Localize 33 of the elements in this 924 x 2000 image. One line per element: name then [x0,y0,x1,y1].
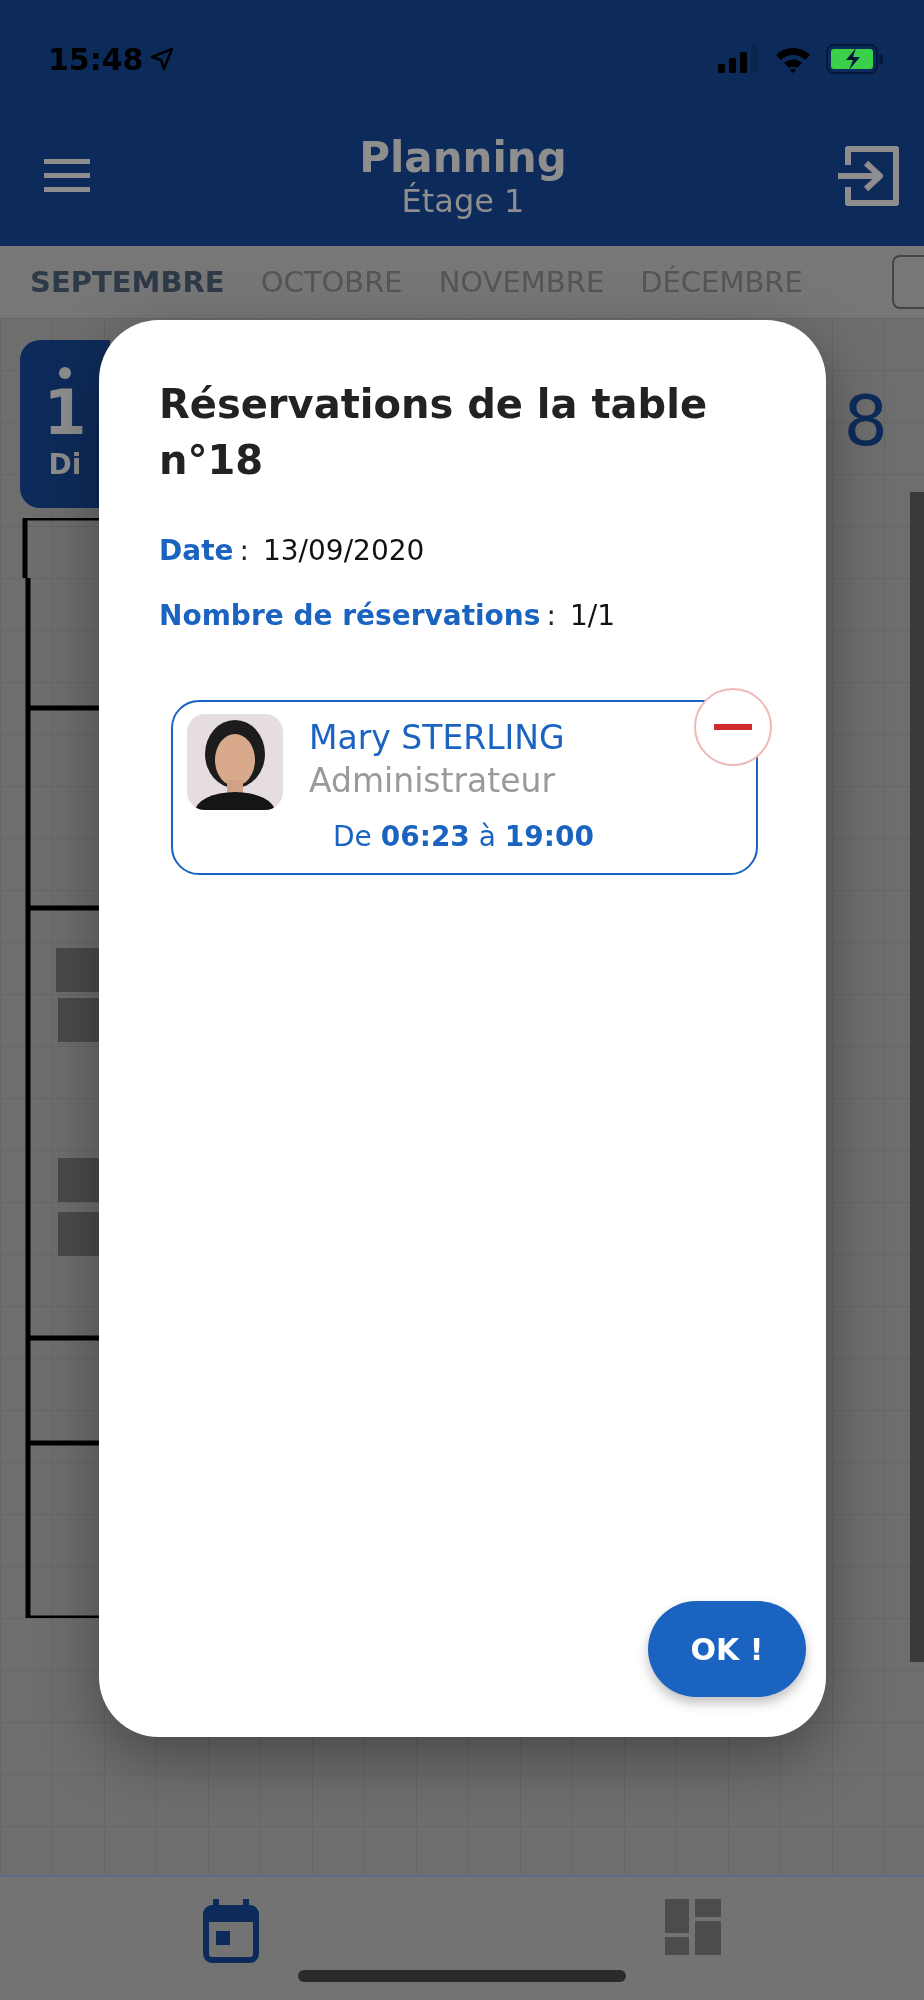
page-subtitle: Étage 1 [401,181,525,220]
weekday-label: Di [48,447,82,481]
menu-button[interactable] [44,159,90,193]
menu-icon [44,159,90,193]
person-name: Mary STERLING [309,718,565,757]
person-role: Administrateur [309,761,556,800]
field-label: Nombre de réservations [159,599,541,632]
field-value: 13/09/2020 [262,534,425,567]
field-separator: : [239,534,249,567]
field-label: Date [159,534,234,567]
field-separator: : [546,599,556,632]
status-time: 15:48 [48,41,174,77]
day-dot [59,367,71,380]
logout-icon [836,143,902,209]
location-arrow-icon [149,47,174,71]
nav-tab[interactable] [203,1899,259,1963]
day-number: 1 [43,379,87,448]
calendar-toggle[interactable] [892,255,924,309]
signal-icon [718,45,760,73]
field-value: 1/1 [569,599,615,632]
battery-icon [826,44,884,74]
dashboard-icon [665,1899,721,1955]
day-number: 8 [843,380,888,462]
ok-button[interactable]: OK ! [648,1601,806,1697]
minus-icon [714,724,752,730]
page-title: Planning [359,132,567,182]
calendar-icon [203,1899,259,1963]
dialog-title: Réservations de la table n°18 [159,380,709,485]
month-tab[interactable]: SEPTEMBRE [30,265,225,299]
day-card[interactable]: 1 Di [20,340,110,508]
reservation-time: De 06:23 à 19:00 [333,820,594,853]
wifi-icon [774,45,812,73]
logout-button[interactable] [836,143,902,209]
